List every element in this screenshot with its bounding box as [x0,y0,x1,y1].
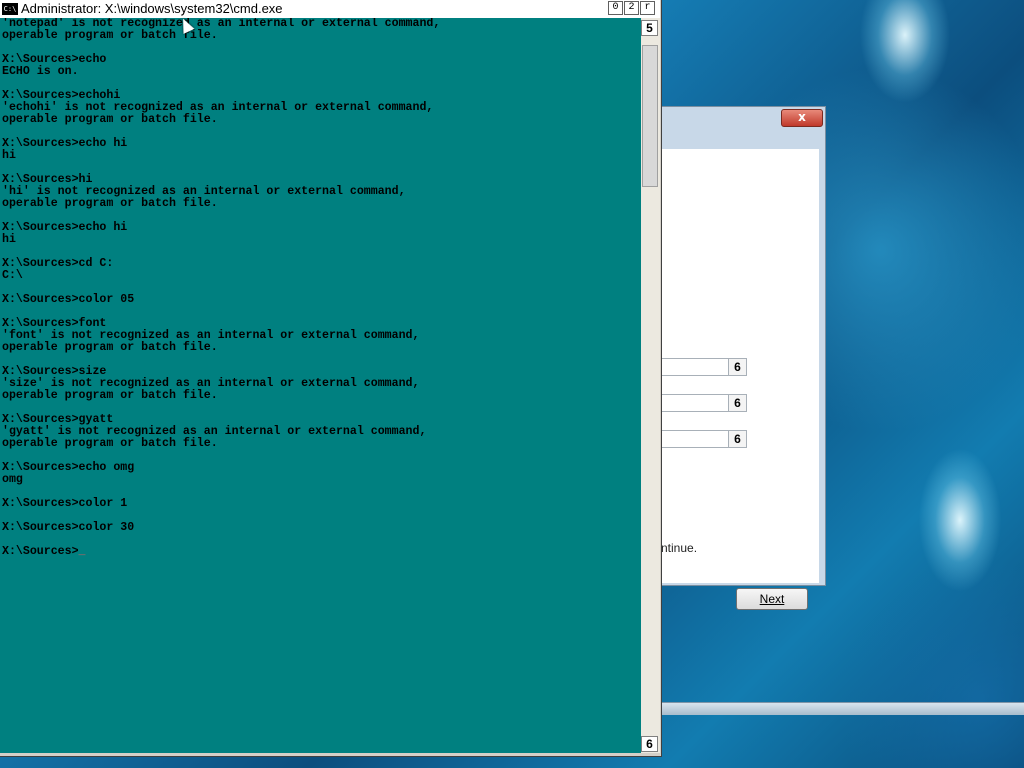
maximize-button[interactable]: 2 [624,1,639,15]
setup-spinner-1-value: 6 [728,359,746,375]
background-window-strip [660,702,1024,715]
cmd-window: C:\ Administrator: X:\windows\system32\c… [0,0,662,757]
setup-spinner-3-value: 6 [728,431,746,447]
scroll-down-button[interactable]: 6 [641,736,658,752]
next-button[interactable]: Next [736,588,808,610]
setup-spinner-2-value: 6 [728,395,746,411]
cmd-title-text: Administrator: X:\windows\system32\cmd.e… [21,1,283,16]
close-button[interactable]: r [640,1,655,15]
console-vertical-scrollbar[interactable]: 5 6 [641,18,660,753]
console-area[interactable]: 'notepad' is not recognized as an intern… [0,18,641,753]
scroll-up-button[interactable]: 5 [641,20,658,36]
minimize-button[interactable]: 0 [608,1,623,15]
setup-continue-text: ntinue. [661,541,698,555]
cmd-title-bar[interactable]: C:\ Administrator: X:\windows\system32\c… [0,0,660,18]
console-cursor: _ [78,545,86,558]
setup-close-button[interactable]: x [781,109,823,127]
cmd-app-icon[interactable]: C:\ [2,3,18,15]
scroll-thumb[interactable] [642,45,658,187]
console-output-text: 'notepad' is not recognized as an intern… [2,18,441,558]
console-output: 'notepad' is not recognized as an intern… [0,18,641,558]
